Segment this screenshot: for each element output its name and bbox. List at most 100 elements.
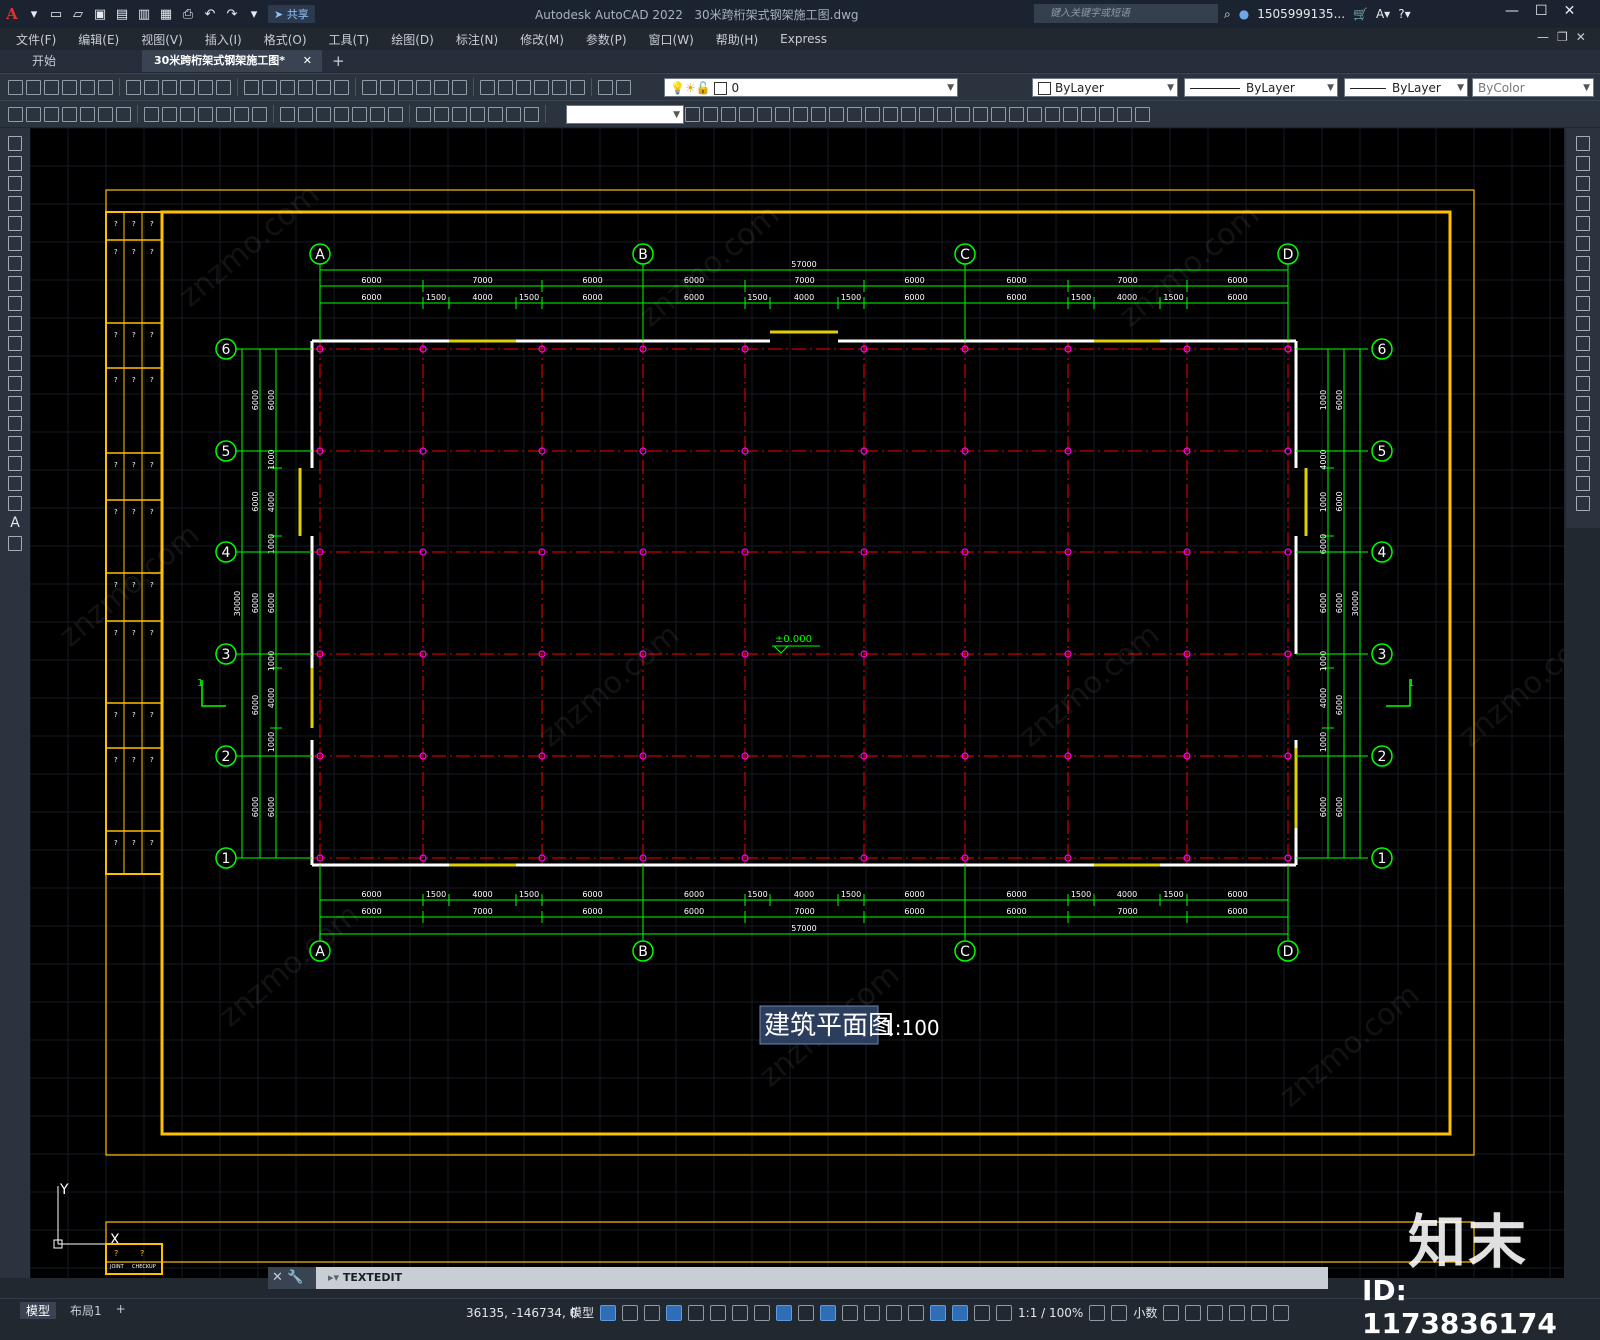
help-search-input[interactable]: 键入关键字或短语 [1034,4,1218,23]
autocad-logo-icon[interactable]: A [4,5,20,23]
toolbar-tool-icon[interactable] [162,79,177,95]
menu-format[interactable]: 格式(O) [253,31,318,48]
quick-properties-icon[interactable] [1163,1304,1180,1321]
toolbar-tool-icon[interactable] [126,79,141,95]
gizmo-icon[interactable] [930,1304,947,1321]
toolbar-tool-icon[interactable] [26,106,41,122]
toolbar-tool-icon[interactable] [416,106,431,122]
menu-view[interactable]: 视图(V) [130,31,194,48]
model-space-toggle[interactable]: 模型 [570,1304,594,1321]
add-layout-icon[interactable]: + [116,1302,126,1319]
snap-icon[interactable] [622,1304,639,1321]
toolbar-tool-icon[interactable] [162,106,177,122]
polar-icon[interactable] [710,1304,727,1321]
toolbar-tool-icon[interactable] [1009,106,1024,122]
toolbar-tool-icon[interactable] [216,79,231,95]
search-icon[interactable]: ⌕ [1224,7,1231,22]
workspace-gear-icon[interactable] [1089,1304,1106,1321]
doc-restore-icon[interactable]: ❐ [1557,30,1568,44]
toolbar-tool-icon[interactable] [1099,106,1114,122]
toolbar-tool-icon[interactable] [703,106,718,122]
selection-cycling-icon[interactable] [842,1304,859,1321]
tab-layout1[interactable]: 布局1 [70,1302,102,1319]
draw-tool-icon[interactable] [8,376,22,391]
draw-tool-icon[interactable] [1576,256,1590,271]
share-button[interactable]: ➤ 共享 [268,5,315,23]
annotation-visibility-icon[interactable] [952,1304,969,1321]
toolbar-tool-icon[interactable] [1063,106,1078,122]
draw-tool-icon[interactable] [8,476,22,491]
new-tab-icon[interactable]: + [332,50,345,72]
toolbar-tool-icon[interactable] [739,106,754,122]
publish-icon[interactable]: ▦ [158,6,174,22]
toolbar-tool-icon[interactable] [316,106,331,122]
toolbar-tool-icon[interactable] [334,106,349,122]
toolbar-tool-icon[interactable] [244,79,259,95]
tab-model[interactable]: 模型 [20,1302,57,1319]
toolbar-tool-icon[interactable] [416,79,431,95]
menu-insert[interactable]: 插入(I) [194,31,253,48]
tab-start[interactable]: 开始 [32,50,56,72]
wrench-icon[interactable]: 🔧 [287,1270,303,1285]
toolbar-tool-icon[interactable] [144,79,159,95]
toolbar-tool-icon[interactable] [298,79,313,95]
text-tool-icon[interactable]: A [8,516,22,531]
toolbar-tool-icon[interactable] [8,106,23,122]
toolbar-tool-icon[interactable] [470,106,485,122]
toolbar-tool-icon[interactable] [434,79,449,95]
toolbar-tool-icon[interactable] [919,106,934,122]
tab-document[interactable]: 30米跨桁架式钢架施工图* ✕ [142,50,322,72]
toolbar-tool-icon[interactable] [793,106,808,122]
draw-tool-icon[interactable] [1576,496,1590,511]
plot-icon[interactable]: ⎙ [180,6,196,22]
draw-tool-icon[interactable] [1576,396,1590,411]
draw-tool-icon[interactable] [8,316,22,331]
toolbar-tool-icon[interactable] [62,79,77,95]
draw-tool-icon[interactable] [8,496,22,511]
toolbar-tool-icon[interactable] [252,106,267,122]
draw-tool-icon[interactable] [8,436,22,451]
toolbar-tool-icon[interactable] [721,106,736,122]
toolbar-tool-icon[interactable] [516,79,531,95]
toolbar-tool-icon[interactable] [234,106,249,122]
open-folder-icon[interactable]: ▱ [70,6,86,22]
draw-tool-icon[interactable] [8,356,22,371]
doc-minimize-icon[interactable]: — [1537,30,1549,44]
toolbar-tool-icon[interactable] [937,106,952,122]
toolbar-tool-icon[interactable] [352,106,367,122]
toolbar-tool-icon[interactable] [116,106,131,122]
object-snap-icon[interactable] [776,1304,793,1321]
isodraft-icon[interactable] [732,1304,749,1321]
toolbar-tool-icon[interactable] [1135,106,1150,122]
toolbar-tool-icon[interactable] [524,106,539,122]
toolbar-tool-icon[interactable] [144,106,159,122]
lineweight-dropdown[interactable]: ByLayer ▼ [1344,78,1468,97]
toolbar-tool-icon[interactable] [480,79,495,95]
object-snap-tracking-icon[interactable] [754,1304,771,1321]
toolbar-tool-icon[interactable] [757,106,772,122]
draw-tool-icon[interactable] [8,256,22,271]
customize-icon[interactable]: ▾ [246,6,262,22]
close-icon[interactable]: ✕ [272,1270,283,1285]
draw-tool-icon[interactable] [1576,356,1590,371]
doc-close-icon[interactable]: ✕ [1576,30,1586,44]
draw-tool-icon[interactable] [8,296,22,311]
annotation-scale-value[interactable]: 1:1 / 100% [1018,1306,1083,1320]
menu-express[interactable]: Express [769,32,838,46]
toolbar-tool-icon[interactable] [552,79,567,95]
draw-tool-icon[interactable] [8,456,22,471]
draw-tool-icon[interactable] [1576,296,1590,311]
grid-icon[interactable] [600,1304,617,1321]
dynamic-input-icon[interactable] [666,1304,683,1321]
toolbar-tool-icon[interactable] [180,79,195,95]
toolbar-tool-icon[interactable] [488,106,503,122]
draw-tool-icon[interactable] [1576,316,1590,331]
draw-tool-icon[interactable] [8,176,22,191]
toolbar-tool-icon[interactable] [198,106,213,122]
dimstyle-dropdown[interactable]: ▼ [566,105,684,124]
toolbar-tool-icon[interactable] [380,79,395,95]
tab-close-icon[interactable]: ✕ [303,50,312,72]
toolbar-tool-icon[interactable] [334,79,349,95]
menu-edit[interactable]: 编辑(E) [67,31,130,48]
toolbar-tool-icon[interactable] [1117,106,1132,122]
